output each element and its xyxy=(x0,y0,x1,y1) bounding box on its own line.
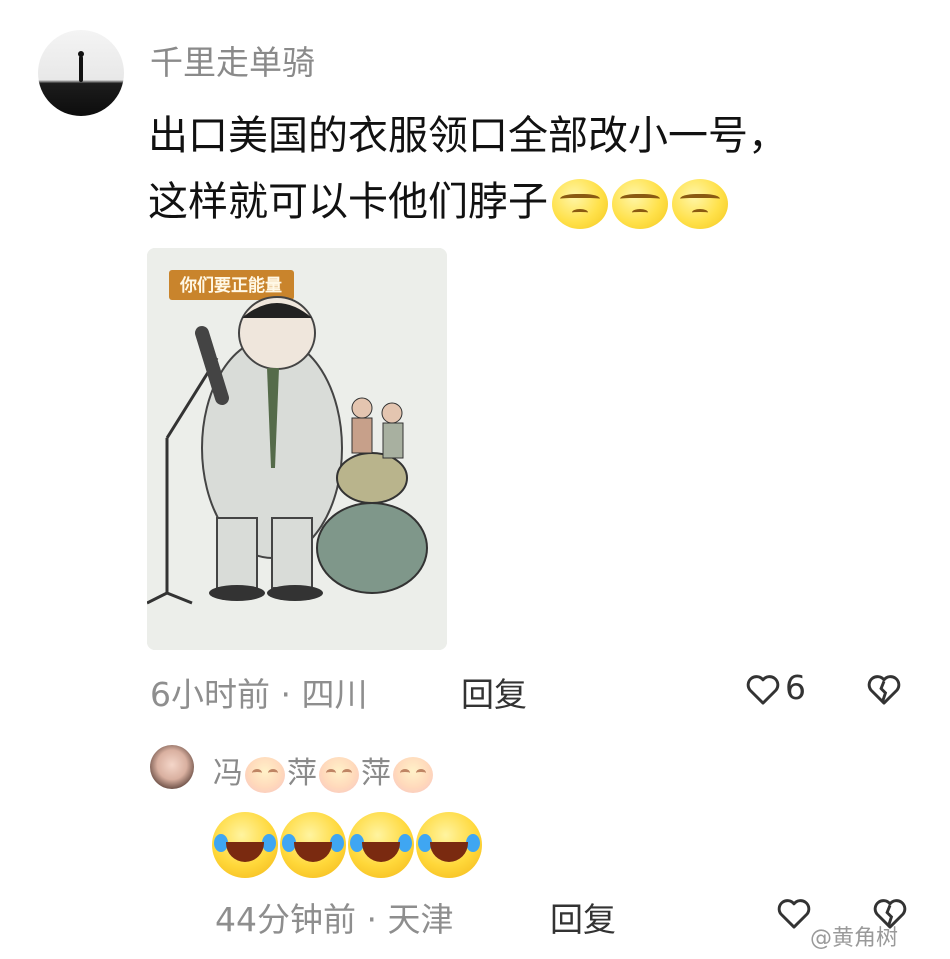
comment-username[interactable]: 千里走单骑 xyxy=(150,36,315,84)
comment-location: 四川 xyxy=(301,675,368,714)
username-part: 萍 xyxy=(287,756,317,791)
reply-username[interactable]: 冯萍萍 xyxy=(213,748,435,793)
username-part: 冯 xyxy=(213,756,243,791)
annoyed-face-icon xyxy=(552,179,608,229)
reply-user-avatar[interactable] xyxy=(150,745,194,789)
image-caption: 你们要正能量 xyxy=(179,275,282,296)
reply-meta: 44分钟前 · 天津 xyxy=(215,893,454,941)
watermark: @黄角树 xyxy=(810,926,899,951)
meta-separator: · xyxy=(280,675,292,714)
crying-laughing-icon xyxy=(348,812,414,878)
comment-time: 6小时前 xyxy=(150,675,270,714)
comment-text: 出口美国的衣服领口全部改小一号， 这样就可以卡他们脖子 xyxy=(148,103,938,235)
reply-button[interactable]: 回复 xyxy=(550,893,616,941)
like-count: 6 xyxy=(785,668,806,707)
annoyed-face-icon xyxy=(612,179,668,229)
comment-text-line-1: 出口美国的衣服领口全部改小一号， xyxy=(148,113,788,159)
comment-image[interactable]: 你们要正能量 xyxy=(147,248,447,650)
blushing-face-icon xyxy=(245,756,285,793)
comment-text-line-2: 这样就可以卡他们脖子 xyxy=(148,169,938,235)
blushing-face-icon xyxy=(393,756,433,793)
comment-text-line-2-text: 这样就可以卡他们脖子 xyxy=(148,179,548,225)
reply-button[interactable]: 回复 xyxy=(461,668,527,716)
user-avatar[interactable] xyxy=(38,30,124,116)
crying-laughing-icon xyxy=(280,812,346,878)
dislike-button[interactable] xyxy=(866,674,902,710)
crying-laughing-icon xyxy=(416,812,482,878)
annoyed-face-icon xyxy=(672,179,728,229)
like-button[interactable] xyxy=(745,674,781,710)
reply-time: 44分钟前 xyxy=(215,900,356,939)
blushing-face-icon xyxy=(319,756,359,793)
crying-laughing-icon xyxy=(212,812,278,878)
reply-text xyxy=(212,812,484,878)
username-part: 萍 xyxy=(361,756,391,791)
heart-icon xyxy=(746,675,780,705)
like-button[interactable] xyxy=(776,898,812,934)
heart-icon xyxy=(777,899,811,929)
comment-meta: 6小时前 · 四川 xyxy=(150,668,368,716)
reply-location: 天津 xyxy=(387,900,454,939)
broken-heart-icon xyxy=(867,675,901,705)
meta-separator: · xyxy=(366,900,378,939)
